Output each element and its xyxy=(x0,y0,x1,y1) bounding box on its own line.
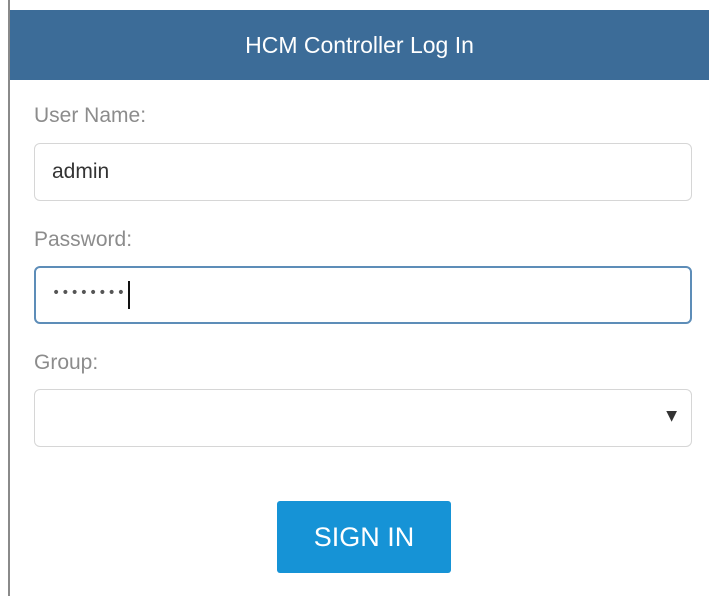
text-caret xyxy=(128,281,131,309)
password-mask: •••••••• xyxy=(52,285,127,301)
window-left-border xyxy=(8,0,10,596)
group-label: Group: xyxy=(34,351,99,374)
sign-in-button[interactable]: SIGN IN xyxy=(277,501,451,573)
username-field[interactable]: admin xyxy=(34,143,692,201)
dialog-title: HCM Controller Log In xyxy=(245,31,474,58)
sign-in-label: SIGN IN xyxy=(313,521,415,552)
username-label: User Name: xyxy=(34,104,147,127)
password-field[interactable]: •••••••• xyxy=(34,266,692,324)
password-label: Password: xyxy=(34,228,133,251)
login-dialog: HCM Controller Log In User Name: admin P… xyxy=(0,0,709,596)
dialog-header: HCM Controller Log In xyxy=(10,10,709,80)
group-select[interactable]: ▼ xyxy=(34,389,692,447)
dropdown-arrow-icon[interactable]: ▼ xyxy=(666,408,677,424)
username-value: admin xyxy=(52,160,110,183)
